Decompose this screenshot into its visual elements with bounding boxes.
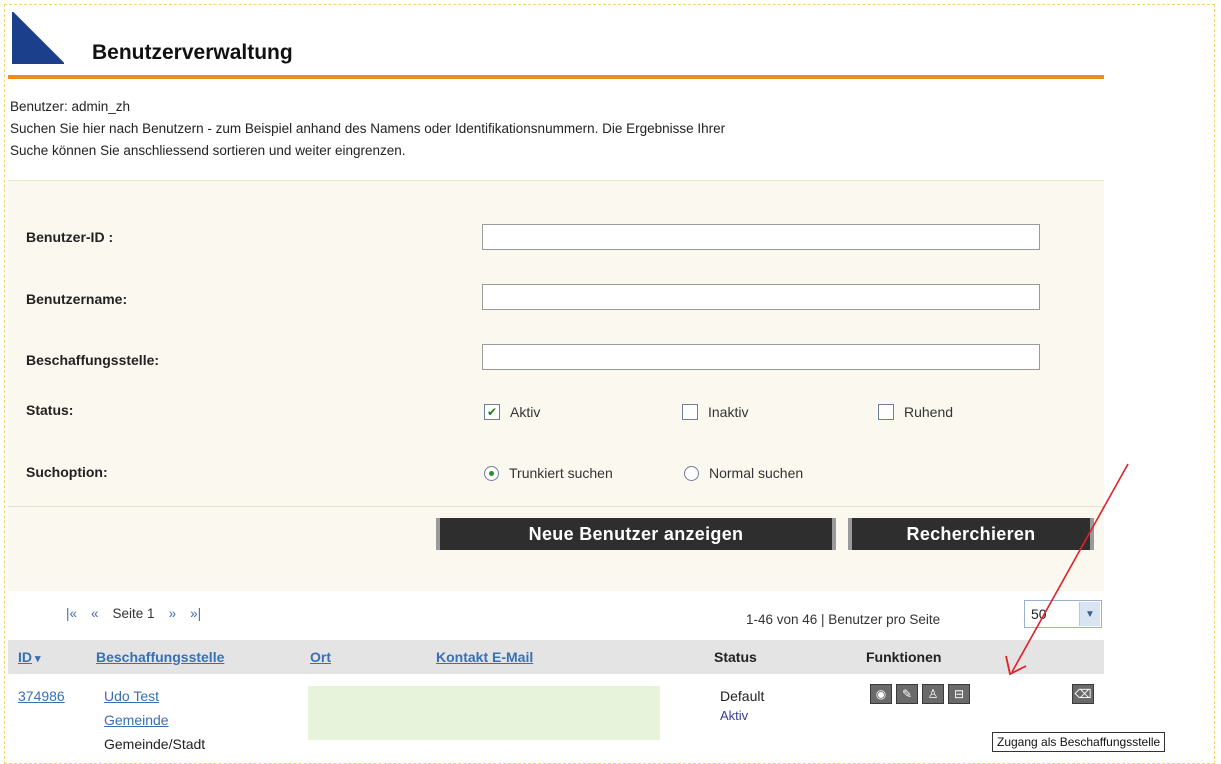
row-office-type: Gemeinde/Stadt (104, 736, 206, 752)
office-label: Beschaffungsstelle: (26, 352, 160, 368)
truncated-search-label: Trunkiert suchen (509, 465, 613, 481)
view-eye-icon[interactable]: ◉ (870, 684, 892, 704)
title-divider (8, 75, 1104, 79)
username-input[interactable] (482, 284, 1040, 310)
status-inactive-label: Inaktiv (708, 404, 749, 420)
row-email-cell (308, 686, 660, 740)
annotation-arrow (1005, 463, 1129, 676)
column-header-functions: Funktionen (866, 649, 942, 665)
prev-page-link[interactable]: « (91, 606, 99, 621)
radio-selected-icon (484, 465, 499, 481)
row-id-link[interactable]: 374986 (18, 688, 65, 704)
logo-icon (12, 12, 64, 64)
intro-text: Benutzer: admin_zh Suchen Sie hier nach … (10, 96, 1110, 162)
normal-search-label: Normal suchen (709, 465, 804, 481)
checkbox-icon (682, 404, 698, 420)
result-range: 1-46 von 46 | Benutzer pro Seite (746, 612, 941, 627)
column-header-id[interactable]: ID ▾ (18, 649, 41, 665)
form-separator (8, 506, 1104, 507)
new-users-button[interactable]: Neue Benutzer anzeigen (436, 518, 836, 550)
status-dormant-checkbox[interactable]: Ruhend (878, 404, 953, 420)
column-header-office[interactable]: Beschaffungsstelle (96, 649, 224, 665)
column-header-email[interactable]: Kontakt E-Mail (436, 649, 533, 665)
intro-line-2: Suche können Sie anschliessend sortieren… (10, 143, 406, 158)
search-option-label: Suchoption: (26, 464, 108, 480)
column-header-status: Status (714, 649, 757, 665)
pager: |« « Seite 1 » »| (66, 606, 215, 621)
office-input[interactable] (482, 344, 1040, 370)
last-page-link[interactable]: »| (190, 606, 201, 621)
status-active-checkbox[interactable]: ✔ Aktiv (484, 404, 540, 420)
sort-down-icon: ▾ (35, 653, 41, 665)
page-label: Seite 1 (112, 606, 155, 621)
row-name-link[interactable]: Udo Test (104, 688, 159, 704)
user-icon[interactable]: ♙ (922, 684, 944, 704)
user-id-label: Benutzer-ID : (26, 229, 114, 245)
checkbox-checked-icon: ✔ (484, 404, 500, 420)
next-page-link[interactable]: » (169, 606, 177, 621)
radio-icon (684, 465, 699, 481)
status-dormant-label: Ruhend (904, 404, 954, 420)
column-header-id-label: ID (18, 649, 32, 665)
status-label: Status: (26, 402, 74, 418)
checkbox-icon (878, 404, 894, 420)
status-active-label: Aktiv (510, 404, 541, 420)
status-inactive-checkbox[interactable]: Inaktiv (682, 404, 748, 420)
tooltip: Zugang als Beschaffungsstelle (992, 732, 1166, 752)
access-as-office-icon[interactable]: ⊟ (948, 684, 970, 704)
truncated-search-radio[interactable]: Trunkiert suchen (484, 465, 613, 481)
user-id-input[interactable] (482, 224, 1040, 250)
page-title: Benutzerverwaltung (92, 41, 293, 64)
current-user-line: Benutzer: admin_zh (10, 99, 131, 114)
row-status: Default (720, 688, 765, 704)
row-office-link[interactable]: Gemeinde (104, 712, 169, 728)
normal-search-radio[interactable]: Normal suchen (684, 465, 803, 481)
intro-line-1: Suchen Sie hier nach Benutzern - zum Bei… (10, 121, 726, 136)
column-header-city[interactable]: Ort (310, 649, 331, 665)
row-status-sub: Aktiv (720, 708, 749, 723)
username-label: Benutzername: (26, 291, 128, 307)
edit-icon[interactable]: ✎ (896, 684, 918, 704)
first-page-link[interactable]: |« (66, 606, 77, 621)
